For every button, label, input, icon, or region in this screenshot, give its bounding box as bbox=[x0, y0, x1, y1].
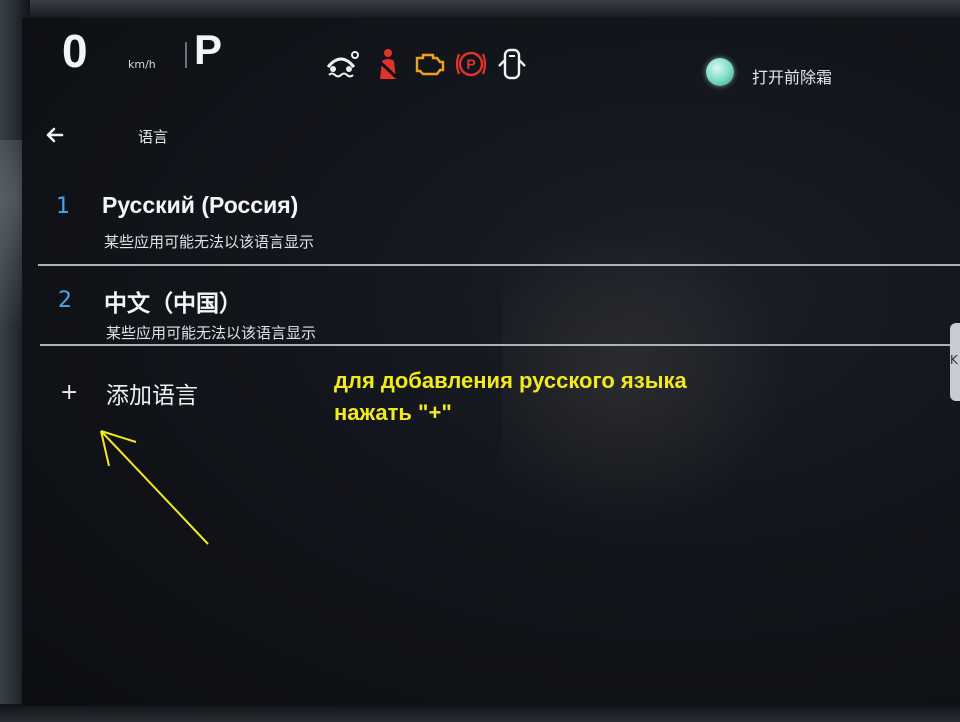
annotation-arrow-icon bbox=[100, 430, 209, 545]
